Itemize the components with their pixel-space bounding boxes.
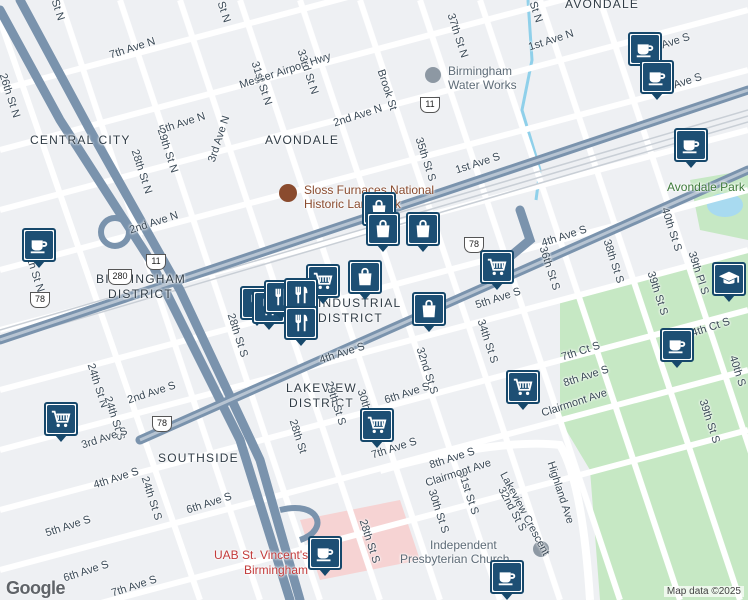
- district-birmingham-line2: DISTRICT: [108, 287, 173, 301]
- fork-knife-icon: [287, 281, 315, 309]
- route-shield: 78: [152, 416, 172, 432]
- poi-pin-cart-3[interactable]: [44, 402, 78, 442]
- coffee-icon: [643, 63, 671, 91]
- poi-pin-shop-5[interactable]: [412, 292, 446, 332]
- graduation-cap-icon: [715, 265, 743, 293]
- shopping-cart-icon: [483, 253, 511, 281]
- shopping-bag-icon: [369, 215, 397, 243]
- fork-knife-icon: [287, 309, 315, 337]
- poi-pin-shop-3[interactable]: [406, 212, 440, 252]
- route-shield: 11: [146, 254, 166, 270]
- place-label: Water Works: [448, 78, 517, 92]
- place-label[interactable]: Avondale Park: [667, 180, 745, 194]
- shopping-cart-icon: [47, 405, 75, 433]
- coffee-icon: [663, 331, 691, 359]
- shopping-cart-icon: [363, 411, 391, 439]
- coffee-icon: [25, 231, 53, 259]
- coffee-icon: [677, 131, 705, 159]
- poi-pin-cart-2[interactable]: [506, 370, 540, 410]
- poi-pin-cart-1[interactable]: [480, 250, 514, 290]
- poi-pin-shop-2[interactable]: [366, 212, 400, 252]
- route-shield: 280: [108, 269, 132, 285]
- poi-pin-shop-4[interactable]: [348, 260, 382, 300]
- poi-pin-cafe-4[interactable]: [22, 228, 56, 268]
- poi-pin-cafe-5[interactable]: [660, 328, 694, 368]
- district-central-city: CENTRAL CITY: [30, 133, 131, 147]
- poi-pin-food-5[interactable]: [284, 306, 318, 346]
- place-label: UAB St. Vincent's: [214, 548, 309, 562]
- coffee-icon: [311, 539, 339, 567]
- poi-pin-cafe-3[interactable]: [674, 128, 708, 168]
- shopping-bag-icon: [409, 215, 437, 243]
- route-shield: 78: [30, 292, 50, 308]
- district-avondale-mid: AVONDALE: [265, 133, 340, 147]
- route-shield: 11: [420, 97, 440, 113]
- place-label: Birmingham: [244, 563, 309, 577]
- map-canvas[interactable]: CENTRAL CITY AVONDALE AVONDALE BIRMINGHA…: [0, 0, 748, 600]
- poi-pin-cafe-6[interactable]: [308, 536, 342, 576]
- shopping-cart-icon: [509, 373, 537, 401]
- coffee-icon: [493, 563, 521, 591]
- place-label: Independent: [430, 538, 497, 552]
- district-industrial-line2: DISTRICT: [318, 311, 383, 325]
- poi-pin-cafe-2[interactable]: [640, 60, 674, 100]
- shopping-bag-icon: [351, 263, 379, 291]
- district-avondale-top: AVONDALE: [565, 0, 640, 11]
- coffee-icon: [631, 35, 659, 63]
- google-logo[interactable]: Google: [6, 578, 66, 599]
- district-lakeview-line2: DISTRICT: [289, 396, 354, 410]
- district-southside: SOUTHSIDE: [158, 451, 239, 465]
- map-attribution[interactable]: Map data ©2025: [663, 586, 744, 597]
- poi-pin-cart-4[interactable]: [360, 408, 394, 448]
- poi-pin-cafe-7[interactable]: [490, 560, 524, 600]
- shopping-bag-icon: [415, 295, 443, 323]
- place-label: Birmingham: [448, 64, 513, 78]
- poi-pin-school-1[interactable]: [712, 262, 746, 302]
